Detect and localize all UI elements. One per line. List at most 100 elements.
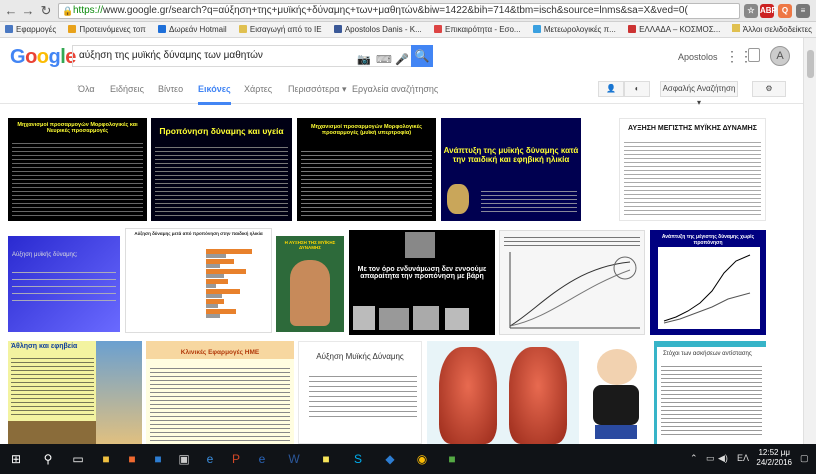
bookmark-item[interactable]: Προτεινόμενες τοπ <box>63 22 150 37</box>
task-view-icon[interactable]: ▭ <box>70 451 86 467</box>
windows-start-icon[interactable]: ⊞ <box>8 451 24 467</box>
notifications-icon[interactable] <box>748 48 760 62</box>
bookmark-item[interactable]: Επικαιρότητα - Εσο... <box>429 22 526 37</box>
scroll-thumb[interactable] <box>807 50 814 78</box>
app-icon[interactable]: ■ <box>444 451 460 467</box>
browser-toolbar: ← → ↻ 🔒 https://www.google.gr/search?q=αύ… <box>0 0 816 22</box>
menu-icon[interactable]: ≡ <box>796 4 810 18</box>
image-result[interactable]: Αύξηση Μυϊκής Δύναμης <box>298 341 422 444</box>
edge-icon[interactable]: e <box>202 451 218 467</box>
bookmark-icon <box>628 25 637 33</box>
bookmark-item[interactable]: Εισαγωγή από το IE <box>234 22 327 37</box>
chart-caption <box>504 234 640 248</box>
search-icon[interactable]: ⚲ <box>40 451 56 467</box>
ie-icon[interactable]: e <box>254 451 270 467</box>
store-icon[interactable]: ■ <box>150 451 166 467</box>
image-result[interactable]: Η ΑΥΞΗΣΗ ΤΗΣ ΜΥΪΚΗΣ ΔΥΝΑΜΗΣ <box>276 236 344 332</box>
image-result[interactable]: Ανάπτυξη της μέγιστης δύναμης χωρίς προπ… <box>650 230 766 335</box>
chevron-down-icon: ▾ <box>342 84 347 94</box>
mic-icon[interactable]: 🎤 <box>395 50 409 70</box>
back-icon[interactable]: ← <box>3 3 19 19</box>
skype-icon[interactable]: S <box>350 451 366 467</box>
google-logo[interactable]: Google <box>10 46 76 69</box>
curve-chart-thumbnail <box>509 252 640 329</box>
search-button[interactable]: 🔍 <box>411 45 433 67</box>
image-result[interactable] <box>583 341 649 444</box>
app-icon[interactable]: ◆ <box>382 451 398 467</box>
camera-icon[interactable]: 📷 <box>357 50 371 70</box>
cartoon-character <box>595 425 637 439</box>
reload-icon[interactable]: ↻ <box>38 3 54 19</box>
address-bar[interactable]: 🔒 https://www.google.gr/search?q=αύξηση+τ… <box>58 3 740 19</box>
bookmark-item[interactable]: ΕΛΛΑΔΑ – ΚΟΣΜΟΣ... <box>623 22 725 37</box>
office-icon[interactable]: ■ <box>124 451 140 467</box>
line-chart-thumbnail <box>658 247 760 329</box>
adblock-icon[interactable]: ABP <box>760 4 777 18</box>
bookmark-icon <box>158 25 166 33</box>
image-result[interactable]: Μηχανισμοί προσαρμογών Μορφολογικές και … <box>8 118 147 221</box>
image-result[interactable]: Αύξηση δύναμης μετά από προπόνηση στην π… <box>125 228 272 333</box>
image-result[interactable]: Ανάπτυξη της μυϊκής δύναμης κατά την παι… <box>441 118 581 221</box>
extension-icon[interactable]: Q <box>778 4 792 18</box>
bookmark-item[interactable]: Δωρεάν Hotmail <box>153 22 232 37</box>
user-name[interactable]: Apostolos <box>678 52 718 62</box>
notification-center-icon[interactable]: ▢ <box>800 453 809 464</box>
folder-icon <box>731 24 740 32</box>
image-result[interactable]: Κλινικές Εφαρμογές ΗΜΕ <box>146 341 294 444</box>
image-result[interactable]: Με τον όρο ενδυνάμωση δεν εννοούμε απαρα… <box>349 230 495 335</box>
folder-icon[interactable]: ■ <box>318 451 334 467</box>
chrome-icon[interactable]: ◉ <box>414 451 430 467</box>
tab-images[interactable]: Εικόνες <box>198 84 231 105</box>
image-result[interactable] <box>427 341 579 444</box>
lock-icon: 🔒 <box>62 6 74 16</box>
scrollbar[interactable] <box>803 38 816 444</box>
exercise-photo <box>445 308 469 330</box>
clock[interactable]: 12:52 μμ 24/2/2016 <box>756 448 792 468</box>
star-icon[interactable]: ☆ <box>744 4 758 18</box>
forward-icon[interactable]: → <box>20 3 36 19</box>
search-icon: 🔍 <box>414 49 430 63</box>
apps-grid-icon <box>5 25 13 33</box>
image-result[interactable]: Μηχανισμοί προσαρμογών Μορφολογικές προσ… <box>297 118 436 221</box>
tab-search-tools[interactable]: Εργαλεία αναζήτησης <box>352 84 438 94</box>
person-icon[interactable]: 👤 <box>598 81 624 97</box>
other-bookmarks[interactable]: Άλλοι σελιδοδείκτες <box>731 22 812 37</box>
bookmark-item[interactable]: Apostolos Danis - K... <box>329 22 427 37</box>
search-input[interactable]: αύξηση της μυϊκής δύναμης των μαθητών 📷 … <box>72 45 412 67</box>
exercise-photo <box>379 308 409 330</box>
language-indicator[interactable]: ΕΛ <box>737 453 749 463</box>
safesearch-dropdown[interactable]: Ασφαλής Αναζήτηση ▾ <box>660 81 738 107</box>
avatar[interactable]: A <box>770 46 790 66</box>
battery-icon[interactable]: ▭ <box>706 453 715 464</box>
cartoon-character <box>593 385 639 425</box>
bookmark-item[interactable]: Εφαρμογές <box>0 22 61 37</box>
image-result[interactable]: Άθληση και εφηβεία <box>8 341 142 444</box>
app-icon[interactable]: ▣ <box>176 451 192 467</box>
file-explorer-icon[interactable]: ■ <box>98 451 114 467</box>
image-result[interactable] <box>499 230 645 335</box>
tray-chevron-icon[interactable]: ⌃ <box>690 453 698 464</box>
image-result[interactable]: Στόχοι των ασκήσεων αντίστασης <box>654 341 766 444</box>
globe-icon[interactable]: ◐ <box>624 81 650 97</box>
tab-maps[interactable]: Χάρτες <box>244 84 272 94</box>
image-result[interactable]: ΑΥΞΗΣΗ ΜΕΓΙΣΤΗΣ ΜΥΪΚΗΣ ΔΥΝΑΜΗΣ <box>619 118 766 221</box>
tab-more[interactable]: Περισσότερα ▾ <box>288 84 347 95</box>
word-icon[interactable]: W <box>286 451 302 467</box>
windows-taskbar: ⊞ ⚲ ▭ ■ ■ ■ ▣ e P e W ■ S ◆ ◉ ■ ⌃ ▭ ◀) Ε… <box>0 444 816 474</box>
powerpoint-icon[interactable]: P <box>228 451 244 467</box>
image-result[interactable]: Αύξηση μυϊκής δύναμης; <box>8 236 120 332</box>
tab-videos[interactable]: Βίντεο <box>158 84 183 94</box>
volume-icon[interactable]: ◀) <box>718 453 728 464</box>
illustration <box>447 184 469 214</box>
settings-gear-icon[interactable]: ⚙ <box>752 81 786 97</box>
tab-news[interactable]: Ειδήσεις <box>110 84 144 94</box>
bookmark-icon <box>68 25 77 33</box>
tab-all[interactable]: Όλα <box>78 84 95 94</box>
athlete-photo <box>8 421 96 444</box>
folder-icon <box>238 25 247 33</box>
exercise-photo <box>413 306 439 330</box>
bookmark-item[interactable]: Μετεωρολογικές π... <box>528 22 621 37</box>
keyboard-icon[interactable]: ⌨ <box>376 50 392 70</box>
bookmark-icon <box>433 25 442 33</box>
image-result[interactable]: Προπόνηση δύναμης και υγεία <box>151 118 292 221</box>
